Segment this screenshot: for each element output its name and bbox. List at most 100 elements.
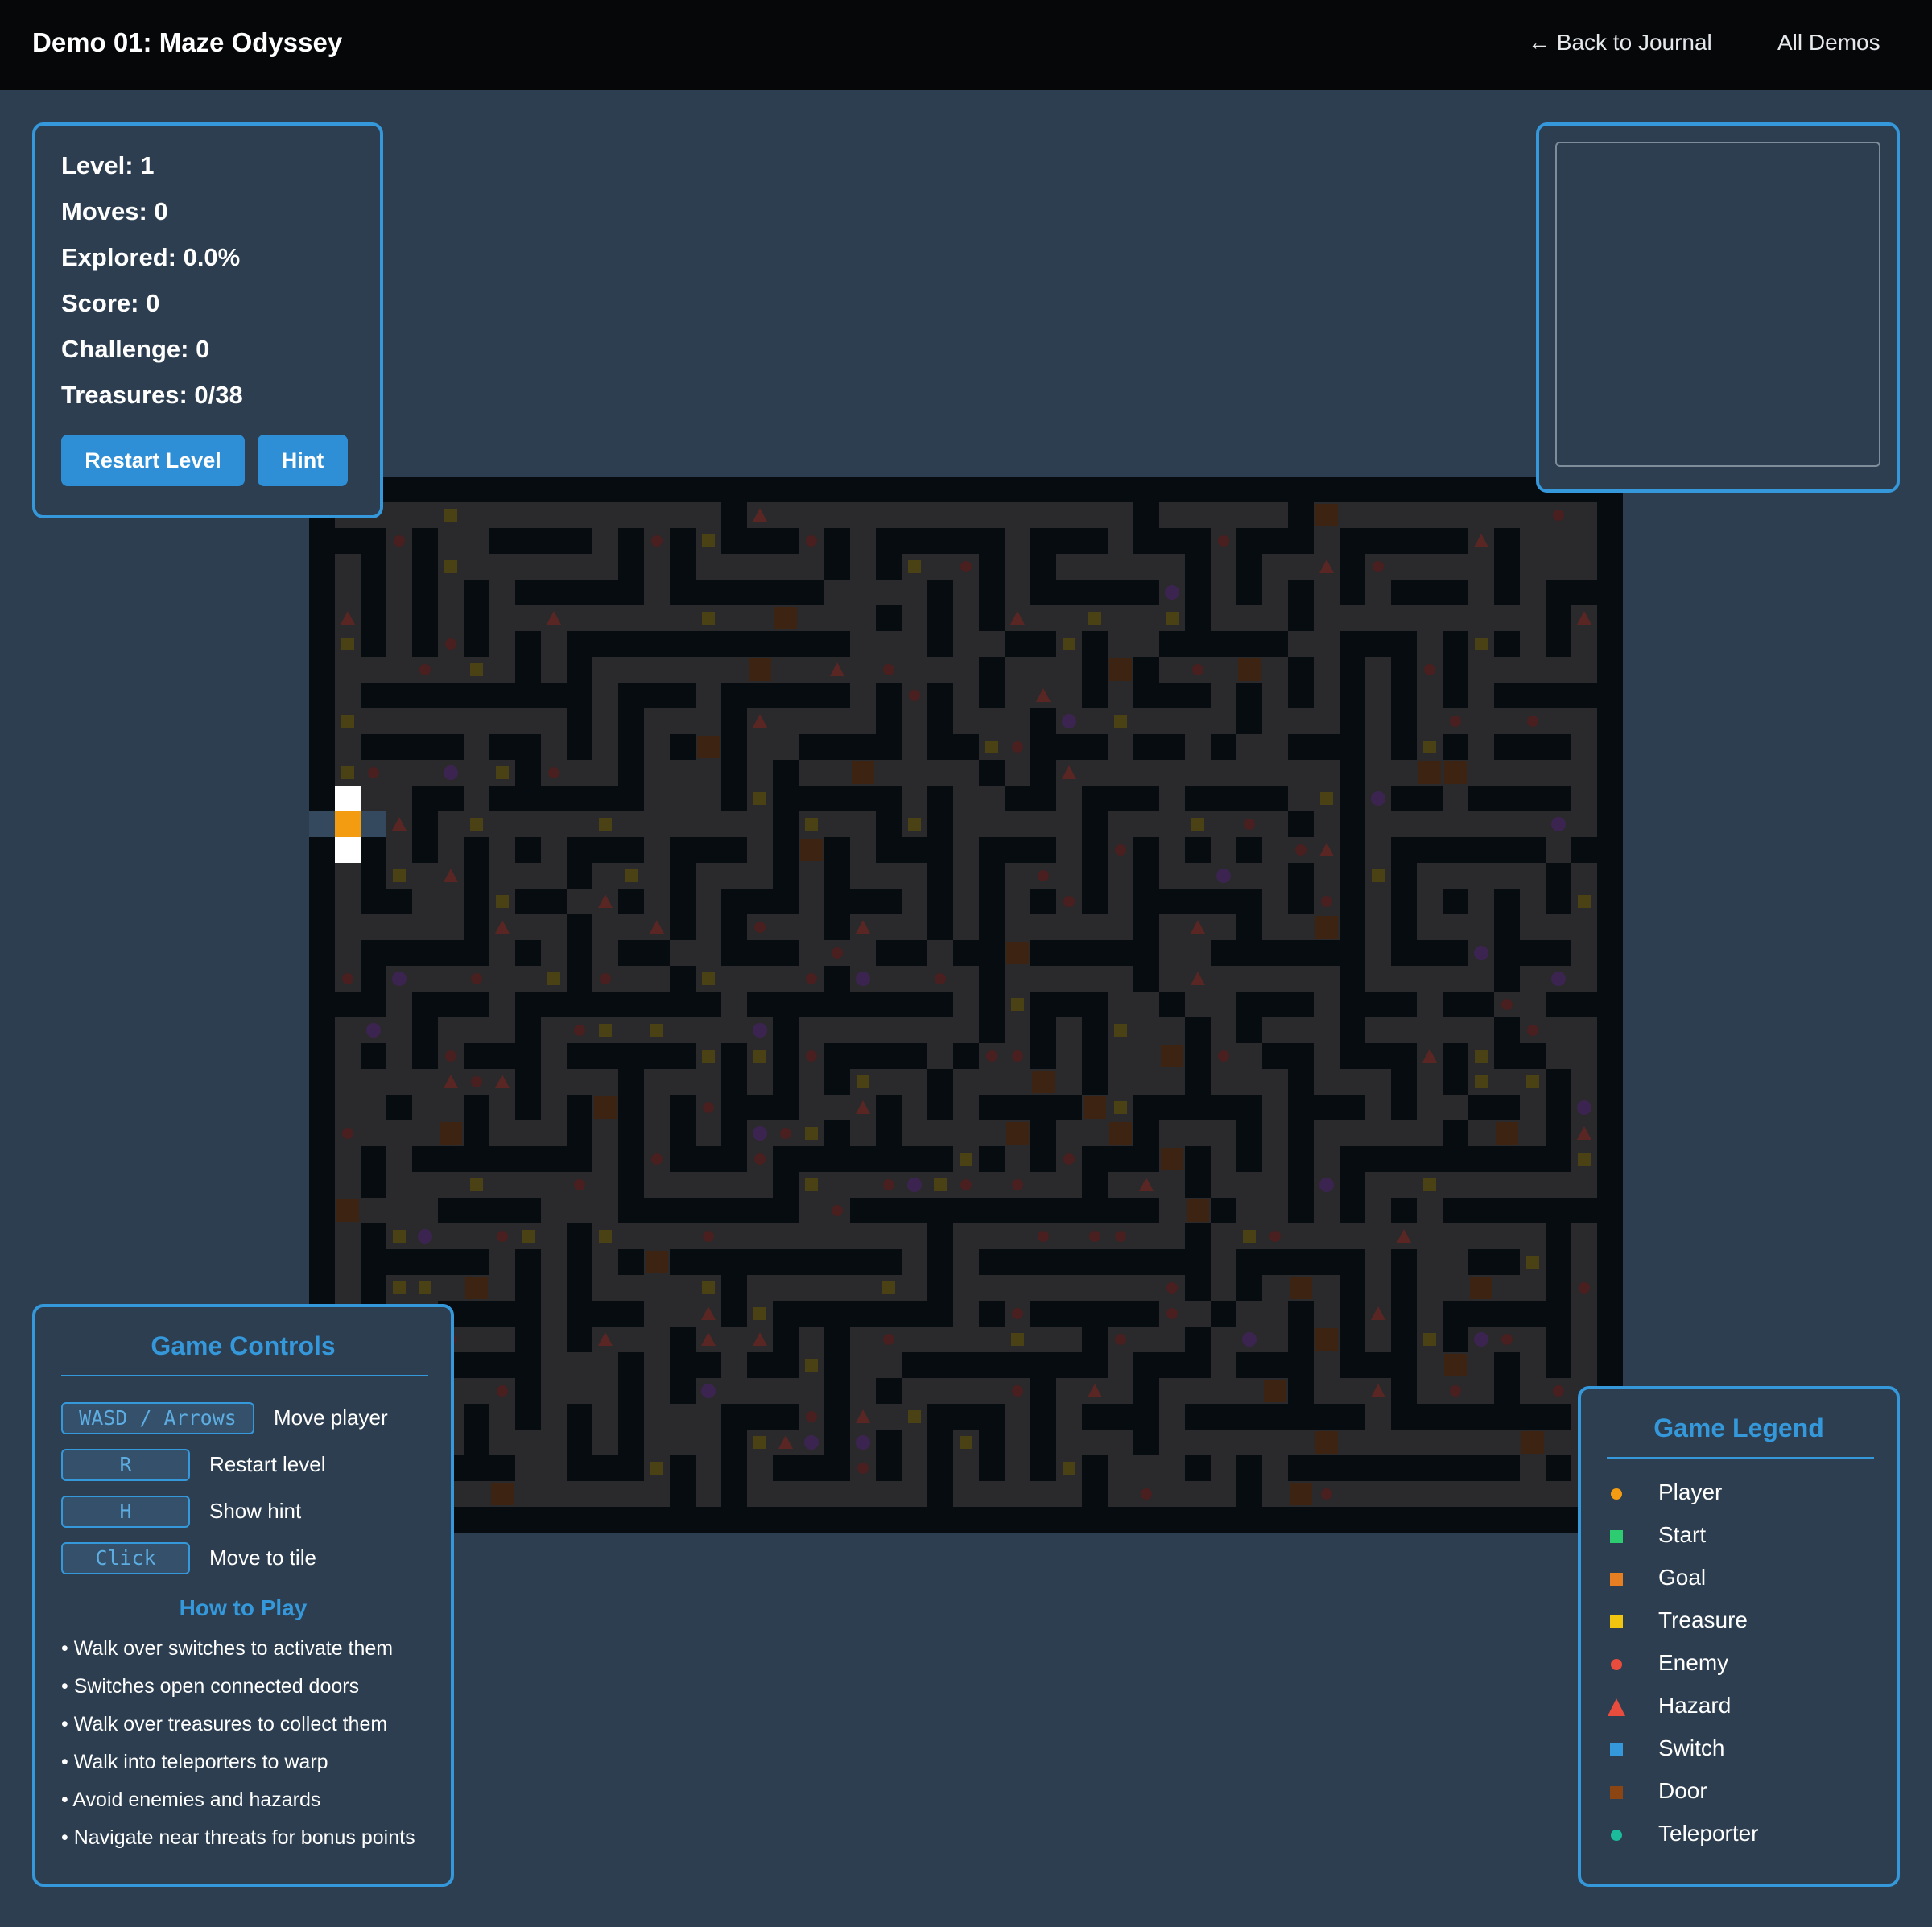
- floor-tile[interactable]: [644, 1069, 670, 1095]
- floor-tile[interactable]: [979, 1327, 1005, 1352]
- floor-tile[interactable]: [1468, 760, 1494, 786]
- floor-tile[interactable]: [850, 811, 876, 837]
- floor-tile[interactable]: [747, 1378, 773, 1404]
- floor-tile[interactable]: [1056, 657, 1082, 683]
- floor-tile[interactable]: [1417, 1120, 1443, 1146]
- floor-tile[interactable]: [1185, 992, 1211, 1017]
- floor-tile[interactable]: [361, 708, 386, 734]
- floor-tile[interactable]: [1417, 1069, 1443, 1095]
- floor-tile[interactable]: [335, 1069, 361, 1095]
- floor-tile[interactable]: [386, 554, 412, 580]
- maze-canvas[interactable]: [309, 477, 1623, 1533]
- floor-tile[interactable]: [799, 863, 824, 889]
- floor-tile[interactable]: [1262, 734, 1288, 760]
- floor-tile[interactable]: [979, 631, 1005, 657]
- floor-tile[interactable]: [618, 811, 644, 837]
- floor-tile[interactable]: [1571, 1249, 1597, 1275]
- floor-tile[interactable]: [1391, 554, 1417, 580]
- floor-tile[interactable]: [1262, 1120, 1288, 1146]
- floor-tile[interactable]: [902, 1249, 927, 1275]
- floor-tile[interactable]: [1468, 966, 1494, 992]
- floor-tile[interactable]: [850, 1327, 876, 1352]
- floor-tile[interactable]: [1417, 1481, 1443, 1507]
- floor-tile[interactable]: [953, 580, 979, 605]
- floor-tile[interactable]: [696, 502, 721, 528]
- floor-tile[interactable]: [902, 657, 927, 683]
- floor-tile[interactable]: [438, 837, 464, 863]
- floor-tile[interactable]: [850, 502, 876, 528]
- floor-tile[interactable]: [953, 760, 979, 786]
- floor-tile[interactable]: [876, 914, 902, 940]
- floor-tile[interactable]: [799, 889, 824, 914]
- floor-tile[interactable]: [412, 1095, 438, 1120]
- floor-tile[interactable]: [1236, 1301, 1262, 1327]
- floor-tile[interactable]: [696, 1481, 721, 1507]
- floor-tile[interactable]: [721, 1172, 747, 1198]
- floor-tile[interactable]: [721, 992, 747, 1017]
- floor-tile[interactable]: [1365, 837, 1391, 863]
- floor-tile[interactable]: [696, 940, 721, 966]
- floor-tile[interactable]: [1108, 1043, 1133, 1069]
- floor-tile[interactable]: [335, 1172, 361, 1198]
- floor-tile[interactable]: [1571, 1017, 1597, 1043]
- floor-tile[interactable]: [1468, 1352, 1494, 1378]
- floor-tile[interactable]: [799, 1095, 824, 1120]
- floor-tile[interactable]: [1314, 1043, 1340, 1069]
- floor-tile[interactable]: [1185, 734, 1211, 760]
- floor-tile[interactable]: [876, 1069, 902, 1095]
- floor-tile[interactable]: [489, 966, 515, 992]
- floor-tile[interactable]: [1005, 1430, 1030, 1455]
- floor-tile[interactable]: [1443, 1249, 1468, 1275]
- floor-tile[interactable]: [1185, 1430, 1211, 1455]
- floor-tile[interactable]: [953, 1095, 979, 1120]
- floor-tile[interactable]: [1159, 502, 1185, 528]
- floor-tile[interactable]: [850, 605, 876, 631]
- floor-tile[interactable]: [979, 1120, 1005, 1146]
- floor-tile[interactable]: [1417, 605, 1443, 631]
- floor-tile[interactable]: [592, 760, 618, 786]
- floor-tile[interactable]: [1236, 605, 1262, 631]
- floor-tile[interactable]: [1288, 554, 1314, 580]
- floor-tile[interactable]: [1546, 1430, 1571, 1455]
- floor-tile[interactable]: [824, 580, 850, 605]
- floor-tile[interactable]: [696, 914, 721, 940]
- floor-tile[interactable]: [1520, 863, 1546, 889]
- floor-tile[interactable]: [1314, 708, 1340, 734]
- floor-tile[interactable]: [824, 760, 850, 786]
- floor-tile[interactable]: [1391, 502, 1417, 528]
- floor-tile[interactable]: [1520, 1327, 1546, 1352]
- floor-tile[interactable]: [618, 1223, 644, 1249]
- floor-tile[interactable]: [1211, 580, 1236, 605]
- floor-tile[interactable]: [438, 1017, 464, 1043]
- floor-tile[interactable]: [927, 760, 953, 786]
- floor-tile[interactable]: [1571, 1223, 1597, 1249]
- floor-tile[interactable]: [953, 708, 979, 734]
- floor-tile[interactable]: [876, 1404, 902, 1430]
- floor-tile[interactable]: [464, 528, 489, 554]
- floor-tile[interactable]: [1108, 966, 1133, 992]
- floor-tile[interactable]: [1262, 554, 1288, 580]
- floor-tile[interactable]: [1262, 1481, 1288, 1507]
- floor-tile[interactable]: [1520, 1378, 1546, 1404]
- floor-tile[interactable]: [747, 863, 773, 889]
- floor-tile[interactable]: [644, 1404, 670, 1430]
- floor-tile[interactable]: [412, 1198, 438, 1223]
- floor-tile[interactable]: [721, 657, 747, 683]
- floor-tile[interactable]: [1211, 1430, 1236, 1455]
- floor-tile[interactable]: [953, 966, 979, 992]
- floor-tile[interactable]: [696, 1455, 721, 1481]
- floor-tile[interactable]: [747, 734, 773, 760]
- floor-tile[interactable]: [927, 1120, 953, 1146]
- floor-tile[interactable]: [696, 1017, 721, 1043]
- floor-tile[interactable]: [1288, 631, 1314, 657]
- floor-tile[interactable]: [773, 1481, 799, 1507]
- floor-tile[interactable]: [1365, 502, 1391, 528]
- floor-tile[interactable]: [1159, 966, 1185, 992]
- floor-tile[interactable]: [1443, 966, 1468, 992]
- floor-tile[interactable]: [1365, 760, 1391, 786]
- floor-tile[interactable]: [1494, 1069, 1520, 1095]
- floor-tile[interactable]: [1314, 966, 1340, 992]
- floor-tile[interactable]: [592, 1430, 618, 1455]
- floor-tile[interactable]: [618, 502, 644, 528]
- floor-tile[interactable]: [1056, 683, 1082, 708]
